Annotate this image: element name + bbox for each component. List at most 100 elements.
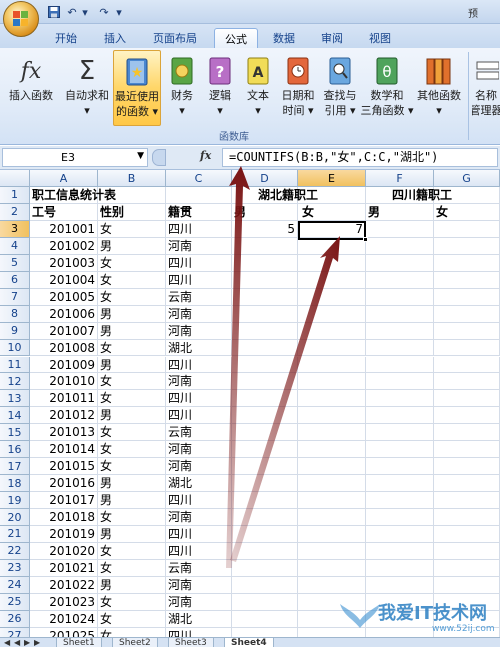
cell-d18[interactable] (232, 475, 298, 493)
cell-b7[interactable]: 女 (98, 288, 166, 306)
tab-data[interactable]: 数据 (262, 28, 306, 48)
cell-b12[interactable]: 女 (98, 373, 166, 391)
cell-a27[interactable]: 201025 (30, 627, 98, 637)
row-header-6[interactable]: 6 (0, 271, 30, 289)
cell-e16[interactable] (298, 441, 366, 459)
sheet-tab-1[interactable]: Sheet1 (56, 638, 102, 647)
cell-b11[interactable]: 男 (98, 356, 166, 374)
cell-g21[interactable] (434, 526, 500, 543)
save-icon[interactable] (46, 4, 62, 20)
qat-customize-icon[interactable]: ▾ (114, 4, 124, 20)
cell-g8[interactable] (434, 305, 500, 323)
row-header-3[interactable]: 3 (0, 220, 30, 238)
cell-a1[interactable]: 职工信息统计表 (30, 187, 116, 204)
lookup-button[interactable]: 查找与 引用 ▾ (320, 50, 360, 126)
cell-e7[interactable] (298, 288, 366, 306)
row-header-2[interactable]: 2 (0, 203, 30, 221)
cell-b10[interactable]: 女 (98, 339, 166, 357)
cell-g11[interactable] (434, 356, 500, 374)
cell-a20[interactable]: 201018 (30, 509, 98, 526)
cell-a21[interactable]: 201019 (30, 526, 98, 543)
recent-functions-button[interactable]: ★ 最近使用 的函数 ▾ (113, 50, 161, 126)
cell-d13[interactable] (232, 390, 298, 408)
cell-d1[interactable]: 湖北籍职工 (232, 187, 318, 204)
cell-g20[interactable] (434, 509, 500, 526)
cell-c17[interactable]: 河南 (166, 458, 232, 476)
cell-b26[interactable]: 女 (98, 610, 166, 628)
cell-a18[interactable]: 201016 (30, 475, 98, 493)
cell-f24[interactable] (366, 576, 434, 594)
row-header-15[interactable]: 15 (0, 424, 30, 442)
cell-g23[interactable] (434, 559, 500, 577)
cell-a12[interactable]: 201010 (30, 373, 98, 391)
cell-a15[interactable]: 201013 (30, 424, 98, 442)
cell-c12[interactable]: 河南 (166, 373, 232, 391)
cell-g4[interactable] (434, 237, 500, 255)
cell-a16[interactable]: 201014 (30, 441, 98, 459)
cell-a25[interactable]: 201023 (30, 593, 98, 611)
cell-d4[interactable] (232, 237, 298, 255)
cell-d23[interactable] (232, 559, 298, 577)
cell-g6[interactable] (434, 271, 500, 289)
cell-b3[interactable]: 女 (98, 220, 166, 238)
logical-button[interactable]: ? 逻辑 ▾ (202, 50, 238, 126)
sheet-nav-prev-icon[interactable]: ◀ (14, 638, 20, 647)
cell-g15[interactable] (434, 424, 500, 442)
cell-g10[interactable] (434, 339, 500, 357)
cell-c20[interactable]: 河南 (166, 509, 232, 526)
formula-bar-resize-handle[interactable] (152, 149, 166, 166)
cell-b19[interactable]: 男 (98, 492, 166, 510)
cell-f4[interactable] (366, 237, 434, 255)
cell-c13[interactable]: 四川 (166, 390, 232, 408)
cell-e4[interactable] (298, 237, 366, 255)
cell-c24[interactable]: 河南 (166, 576, 232, 594)
cell-g12[interactable] (434, 373, 500, 391)
name-manager-button[interactable]: 名称 管理器 (472, 50, 500, 126)
cell-d21[interactable] (232, 526, 298, 543)
cell-f15[interactable] (366, 424, 434, 442)
cell-d5[interactable] (232, 254, 298, 272)
row-header-10[interactable]: 10 (0, 339, 30, 357)
cell-c7[interactable]: 云南 (166, 288, 232, 306)
cell-f11[interactable] (366, 356, 434, 374)
cell-d24[interactable] (232, 576, 298, 594)
cell-f19[interactable] (366, 492, 434, 510)
cell-e13[interactable] (298, 390, 366, 408)
row-header-22[interactable]: 22 (0, 542, 30, 560)
cell-d16[interactable] (232, 441, 298, 459)
cell-c15[interactable]: 云南 (166, 424, 232, 442)
cell-e20[interactable] (298, 509, 366, 526)
cell-a23[interactable]: 201021 (30, 559, 98, 577)
tab-view[interactable]: 视图 (358, 28, 402, 48)
cell-e15[interactable] (298, 424, 366, 442)
cell-d15[interactable] (232, 424, 298, 442)
more-functions-button[interactable]: 其他函数 ▾ (414, 50, 464, 126)
cell-c10[interactable]: 湖北 (166, 339, 232, 357)
sheet-tab-2[interactable]: Sheet2 (112, 638, 158, 647)
cell-f16[interactable] (366, 441, 434, 459)
cell-g19[interactable] (434, 492, 500, 510)
cell-d2[interactable]: 男 (232, 203, 298, 221)
insert-function-fx-icon[interactable]: fx (200, 149, 211, 162)
cell-g18[interactable] (434, 475, 500, 493)
undo-icon[interactable]: ↶ (64, 4, 80, 20)
cell-a5[interactable]: 201003 (30, 254, 98, 272)
cell-f21[interactable] (366, 526, 434, 543)
row-header-24[interactable]: 24 (0, 576, 30, 594)
cell-e17[interactable] (298, 458, 366, 476)
cell-a19[interactable]: 201017 (30, 492, 98, 510)
cell-f9[interactable] (366, 322, 434, 340)
cell-c1[interactable] (166, 187, 232, 204)
row-header-14[interactable]: 14 (0, 407, 30, 425)
financial-button[interactable]: 财务 ▾ (164, 50, 200, 126)
cell-g17[interactable] (434, 458, 500, 476)
cell-d14[interactable] (232, 407, 298, 425)
cell-c5[interactable]: 四川 (166, 254, 232, 272)
tab-review[interactable]: 审阅 (310, 28, 354, 48)
cell-c19[interactable]: 四川 (166, 492, 232, 510)
cell-b8[interactable]: 男 (98, 305, 166, 323)
row-header-19[interactable]: 19 (0, 492, 30, 510)
cell-d10[interactable] (232, 339, 298, 357)
row-header-23[interactable]: 23 (0, 559, 30, 577)
cell-d6[interactable] (232, 271, 298, 289)
